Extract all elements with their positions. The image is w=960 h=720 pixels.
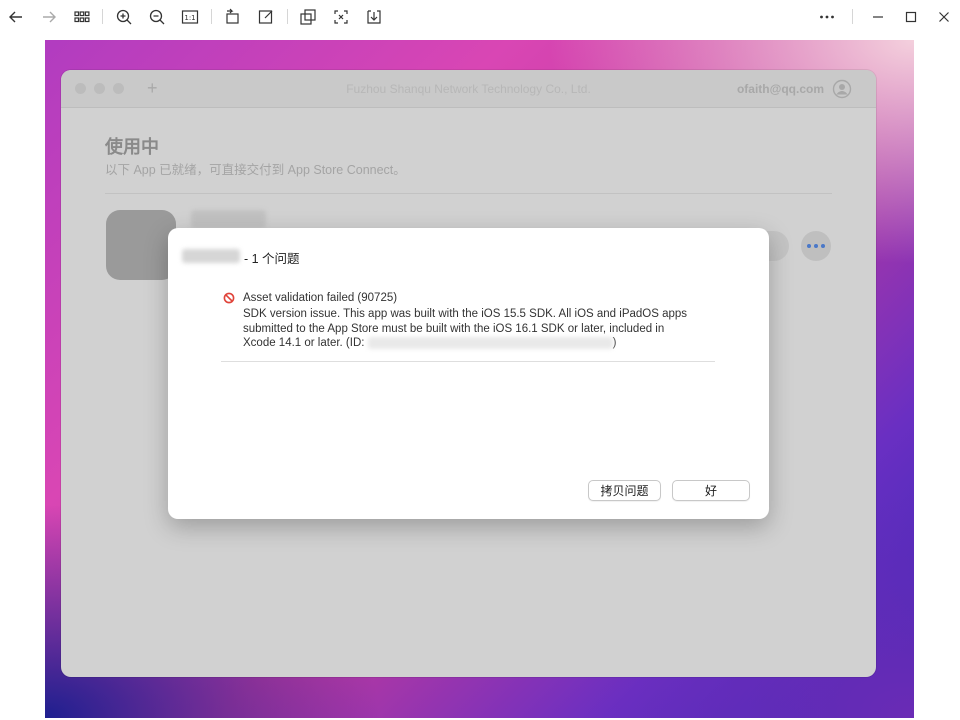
grid-icon[interactable] — [70, 5, 94, 29]
crop-icon[interactable] — [296, 5, 320, 29]
viewer-toolbar: 1:1 — [0, 0, 960, 34]
zoom-out-icon[interactable] — [145, 5, 169, 29]
issue-description: SDK version issue. This app was built wi… — [243, 307, 723, 351]
redacted-app-name — [182, 249, 240, 263]
section-divider — [105, 193, 832, 194]
forward-arrow-icon[interactable] — [37, 5, 61, 29]
window-titlebar: + Fuzhou Shanqu Network Technology Co., … — [61, 70, 876, 108]
redacted-app-name — [191, 210, 266, 228]
issue-line: submitted to the App Store must be built… — [243, 322, 665, 335]
edit-icon[interactable] — [254, 5, 278, 29]
app-icon[interactable] — [106, 210, 176, 280]
close-icon[interactable] — [932, 5, 956, 29]
toolbar-separator — [211, 9, 212, 24]
issue-divider — [221, 361, 715, 362]
rotate-icon[interactable] — [221, 5, 245, 29]
back-arrow-icon[interactable] — [4, 5, 28, 29]
zoom-in-icon[interactable] — [112, 5, 136, 29]
maximize-icon[interactable] — [899, 5, 923, 29]
issue-line-text: Xcode 14.1 or later. (ID: — [243, 337, 368, 350]
toolbar-separator — [852, 9, 853, 24]
fit-icon[interactable] — [329, 5, 353, 29]
actual-size-icon[interactable]: 1:1 — [178, 5, 202, 29]
toolbar-separator — [102, 9, 103, 24]
account-email[interactable]: ofaith@qq.com — [737, 82, 824, 96]
account-avatar-icon[interactable] — [832, 79, 852, 99]
error-icon — [223, 292, 235, 304]
issue-title: Asset validation failed (90725) — [243, 292, 398, 304]
dialog-title: - 1 个问题 — [244, 252, 300, 266]
section-title: 使用中 — [105, 137, 159, 157]
issue-line-text: ) — [612, 337, 617, 350]
redacted-id — [367, 337, 613, 350]
issue-dialog: - 1 个问题 Asset validation failed (90725) … — [168, 228, 769, 519]
toolbar-separator — [287, 9, 288, 24]
issue-line: Xcode 14.1 or later. (ID: ) — [243, 336, 723, 351]
issue-line: SDK version issue. This app was built wi… — [243, 308, 688, 320]
minimize-icon[interactable] — [866, 5, 890, 29]
ok-button[interactable]: 好 — [672, 480, 750, 501]
copy-issue-button[interactable]: 拷贝问题 — [588, 480, 661, 501]
more-icon[interactable] — [815, 5, 839, 29]
download-icon[interactable] — [362, 5, 386, 29]
section-subtitle: 以下 App 已就绪，可直接交付到 App Store Connect。 — [105, 163, 406, 177]
more-options-button[interactable] — [801, 231, 831, 261]
svg-text:1:1: 1:1 — [184, 14, 195, 22]
